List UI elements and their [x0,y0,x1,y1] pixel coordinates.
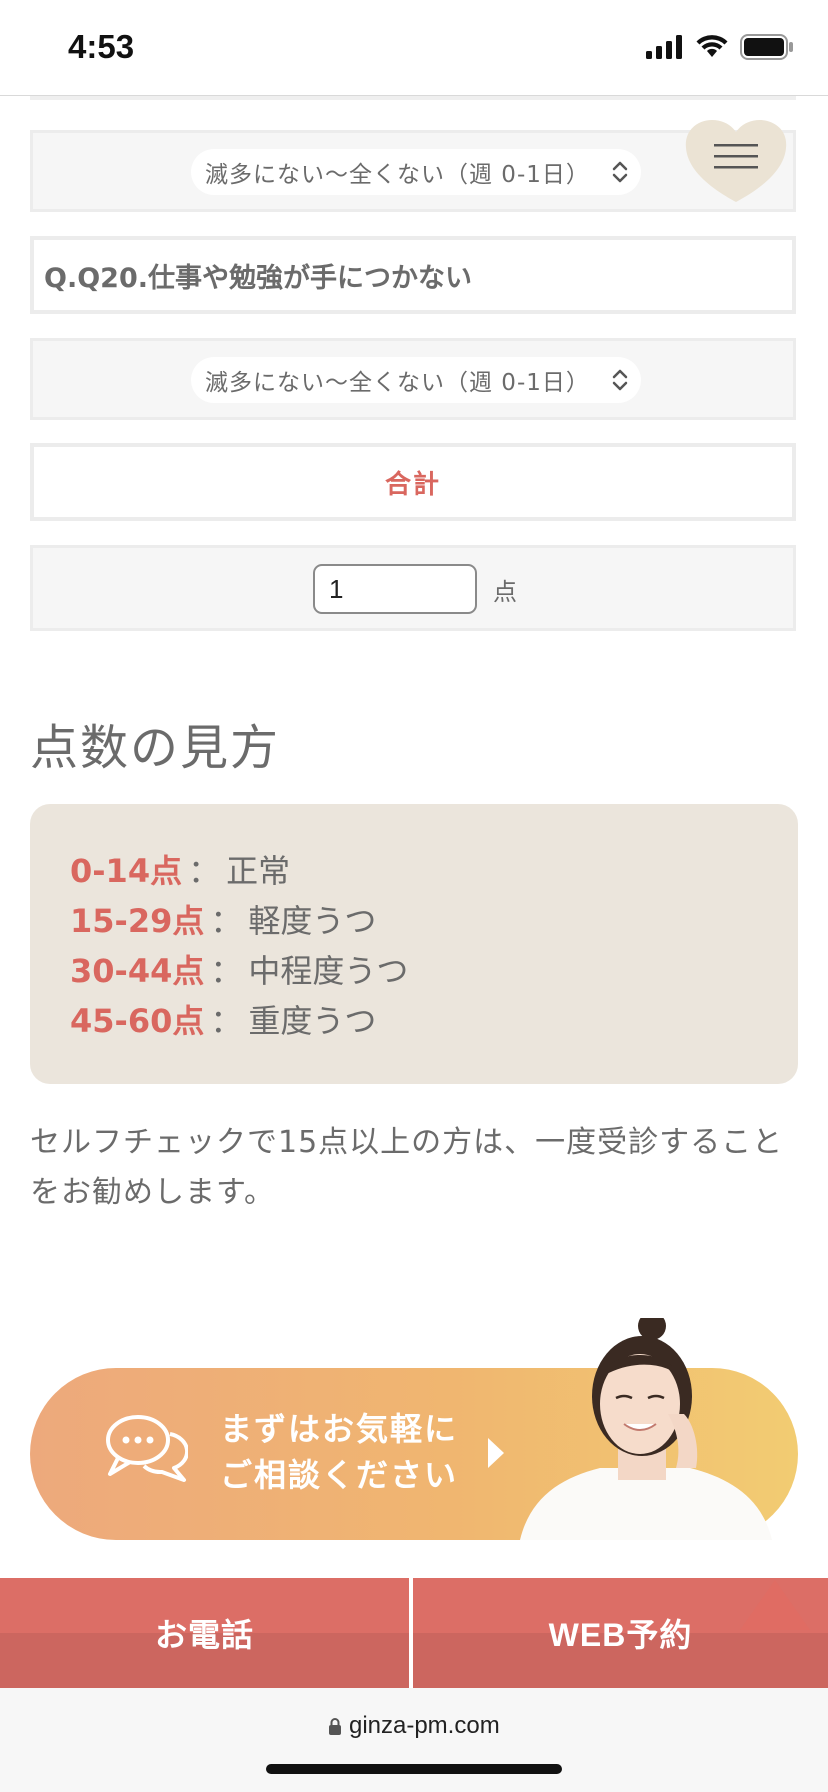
select-chevron-icon [612,369,628,391]
signal-icon [646,35,682,59]
total-score-input[interactable]: 1 [313,564,477,614]
score-guide-box: 0-14点 ： 正常 15-29点 ： 軽度うつ 30-44点 ： 中程度うつ … [30,804,798,1084]
battery-icon [740,34,793,60]
score-separator: ： [210,902,243,940]
q20-answer-value: 滅多にない〜全くない（週 0-1日） [205,370,590,396]
woman-photo [520,1318,772,1540]
score-label: 正常 [226,852,291,890]
wifi-icon [696,35,728,57]
chat-bubbles-icon [106,1415,188,1482]
url-display[interactable]: ginza-pm.com [0,1712,828,1740]
score-range-item: 30-44点 ： 中程度うつ [70,944,798,994]
page-top-button[interactable] [740,1580,810,1630]
menu-button[interactable] [684,120,788,204]
score-label: 重度うつ [248,1002,377,1040]
score-range: 45-60点 [70,1002,205,1040]
q19-answer-value: 滅多にない〜全くない（週 0-1日） [205,162,590,188]
bottom-action-bar: お電話 WEB予約 [0,1578,828,1688]
q20-answer-row: 滅多にない〜全くない（週 0-1日） [30,338,796,420]
score-range: 30-44点 [70,952,205,990]
score-label: 中程度うつ [248,952,409,990]
consultation-banner[interactable]: まずはお気軽に ご相談ください [30,1318,798,1540]
total-row: 1 点 [30,545,796,631]
score-range-item: 45-60点 ： 重度うつ [70,994,798,1044]
status-bar: 4:53 [0,0,828,96]
banner-line-2: ご相談ください [220,1456,459,1494]
banner-line-1: まずはお気軽に [220,1410,459,1448]
status-icons [646,34,794,60]
home-indicator[interactable] [266,1764,562,1774]
score-guide-title: 点数の見方 [30,720,281,776]
score-separator: ： [210,1002,243,1040]
score-label: 軽度うつ [248,902,377,940]
score-range-item: 0-14点 ： 正常 [70,844,798,894]
score-range-item: 15-29点 ： 軽度うつ [70,894,798,944]
score-range: 15-29点 [70,902,205,940]
q19-answer-row: 滅多にない〜全くない（週 0-1日） [30,130,796,212]
advice-text: セルフチェックで15点以上の方は、一度受診することをお勧めします。 [30,1125,784,1210]
q20-answer-select[interactable]: 滅多にない〜全くない（週 0-1日） [191,357,641,403]
score-range: 0-14点 [70,852,183,890]
heart-menu-icon [685,120,787,202]
lock-icon [329,1718,342,1735]
score-separator: ： [188,852,221,890]
browser-url-bar: ginza-pm.com [0,1688,828,1792]
phone-button[interactable]: お電話 [0,1578,413,1688]
q19-answer-select[interactable]: 滅多にない〜全くない（週 0-1日） [191,149,641,195]
total-score-unit: 点 [493,578,517,606]
status-time: 4:53 [68,28,135,65]
score-separator: ： [210,952,243,990]
url-text: ginza-pm.com [348,1712,500,1739]
select-chevron-icon [612,161,628,183]
total-label: 合計 [30,443,796,521]
banner-text: まずはお気軽に ご相談ください [220,1406,458,1498]
q20-title: Q.Q20.仕事や勉強が手につかない [30,236,796,314]
